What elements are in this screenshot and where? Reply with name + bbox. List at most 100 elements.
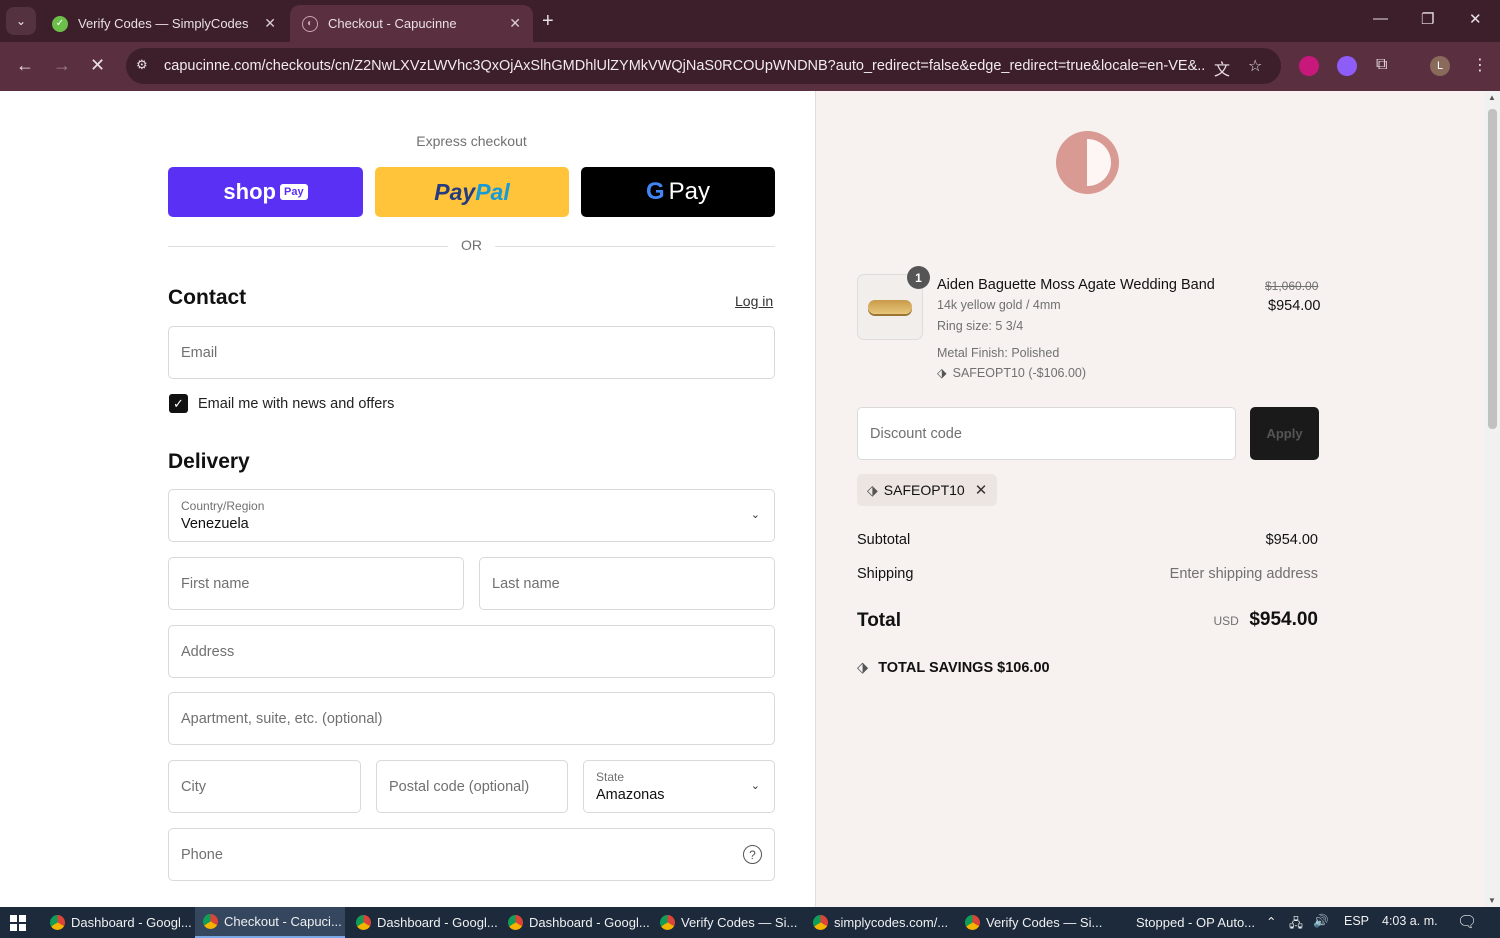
country-label: Country/Region — [181, 499, 265, 513]
chrome-icon — [508, 915, 523, 930]
taskbar-item[interactable]: Dashboard - Googl... — [348, 907, 498, 938]
product-name: Aiden Baguette Moss Agate Wedding Band — [937, 277, 1215, 293]
applied-discount-chip: ⬗ SAFEOPT10 ✕ — [857, 474, 998, 506]
chrome-icon — [813, 915, 828, 930]
taskbar-item[interactable]: Checkout - Capuci... — [195, 907, 345, 938]
divider-line — [495, 246, 775, 247]
chrome-icon — [356, 915, 371, 930]
first-name-field[interactable]: First name — [168, 557, 464, 610]
product-variant: 14k yellow gold / 4mm — [937, 298, 1061, 312]
marketing-checkbox[interactable]: ✓ — [169, 394, 188, 413]
site-info-icon[interactable]: ⚙ — [136, 57, 148, 73]
chrome-icon — [50, 915, 65, 930]
paypal-wordmark-pay: Pay — [434, 178, 476, 205]
discount-code-input[interactable]: Discount code — [857, 407, 1236, 460]
taskbar-item-label: Verify Codes — Si... — [681, 915, 798, 930]
address-field[interactable]: Address — [168, 625, 775, 678]
scroll-up-icon[interactable]: ▲ — [1488, 93, 1496, 102]
shipping-value: Enter shipping address — [1169, 566, 1318, 582]
shop-pay-button[interactable]: shop Pay — [168, 167, 363, 217]
tab-verify-codes[interactable]: ✓ Verify Codes — SimplyCodes ✕ — [40, 5, 288, 42]
final-price: $954.00 — [1268, 298, 1321, 314]
close-tab-icon[interactable]: ✕ — [509, 15, 521, 32]
windows-start-icon[interactable] — [10, 915, 26, 931]
chrome-icon — [203, 914, 218, 929]
google-g-icon: G — [645, 178, 665, 205]
clock[interactable]: 4:03 a. m. — [1382, 914, 1438, 928]
address-bar[interactable]: ⚙ capucinne.com/checkouts/cn/Z2NwLXVzLWV… — [126, 48, 1281, 84]
tab-search-button[interactable]: ⌄ — [6, 7, 36, 35]
close-tab-icon[interactable]: ✕ — [264, 15, 276, 32]
taskbar-item[interactable]: Dashboard - Googl... — [42, 907, 192, 938]
taskbar-item-label: Dashboard - Googl... — [377, 915, 498, 930]
translate-icon[interactable]: 文 — [1214, 56, 1230, 80]
taskbar-item[interactable]: simplycodes.com/... — [805, 907, 955, 938]
taskbar-item[interactable]: Dashboard - Googl... — [500, 907, 650, 938]
extensions-puzzle-icon[interactable]: ⧉ — [1376, 56, 1387, 74]
email-placeholder: Email — [181, 345, 218, 361]
language-indicator[interactable]: ESP — [1344, 914, 1369, 928]
taskbar-item-label: Dashboard - Googl... — [71, 915, 192, 930]
stop-loading-icon[interactable]: ✕ — [90, 55, 105, 76]
page-scrollbar[interactable]: ▲ ▼ — [1485, 91, 1500, 907]
postal-code-placeholder: Postal code (optional) — [389, 779, 530, 795]
capucinne-logo[interactable] — [1056, 131, 1119, 194]
scrollbar-thumb[interactable] — [1488, 109, 1497, 429]
tag-icon: ⬗ — [867, 481, 878, 498]
google-pay-button[interactable]: G Pay — [581, 167, 775, 217]
taskbar-item[interactable]: Stopped - OP Auto... — [1128, 907, 1260, 938]
taskbar-item-label: simplycodes.com/... — [834, 915, 949, 930]
original-price: $1,060.00 — [1265, 279, 1319, 293]
help-circle-icon[interactable]: ? — [743, 845, 762, 864]
state-select[interactable]: State Amazonas ⌄ — [583, 760, 775, 813]
paypal-wordmark-pal: Pal — [475, 178, 510, 205]
tab-checkout[interactable]: ◐ Checkout - Capucinne ✕ — [290, 5, 533, 42]
shop-pay-wordmark: shop — [223, 179, 276, 204]
express-checkout-label: Express checkout — [416, 133, 527, 149]
profile-avatar[interactable]: L — [1430, 56, 1450, 76]
discount-code-placeholder: Discount code — [870, 426, 962, 442]
email-field[interactable]: Email — [168, 326, 775, 379]
savings-value: $106.00 — [997, 660, 1050, 676]
forward-icon[interactable]: → — [53, 55, 71, 76]
volume-icon[interactable]: 🔊 — [1313, 914, 1329, 929]
taskbar-item-label: Dashboard - Googl... — [529, 915, 650, 930]
notifications-icon[interactable]: 🗨 — [1457, 912, 1477, 932]
tab-title: Checkout - Capucinne — [328, 16, 457, 31]
applied-code: SAFEOPT10 — [883, 482, 965, 498]
or-divider: OR — [168, 237, 775, 255]
restore-icon[interactable]: ❐ — [1421, 10, 1434, 28]
or-label: OR — [461, 237, 482, 253]
ring-image — [868, 300, 912, 314]
minimize-icon[interactable]: — — [1373, 10, 1388, 27]
taskbar-item[interactable]: Verify Codes — Si... — [652, 907, 802, 938]
taskbar-item-label: Verify Codes — Si... — [986, 915, 1103, 930]
url-text[interactable]: capucinne.com/checkouts/cn/Z2NwLXVzLWVhc… — [164, 58, 1204, 74]
taskbar-item[interactable]: Verify Codes — Si... — [957, 907, 1107, 938]
state-label: State — [596, 770, 625, 784]
tray-chevron-icon[interactable]: ⌃ — [1266, 914, 1276, 929]
marketing-checkbox-label[interactable]: Email me with news and offers — [198, 396, 394, 412]
shop-pay-pill: Pay — [279, 184, 308, 200]
apartment-field[interactable]: Apartment, suite, etc. (optional) — [168, 692, 775, 745]
country-select[interactable]: Country/Region Venezuela ⌄ — [168, 489, 775, 542]
paypal-button[interactable]: Pay Pal — [375, 167, 569, 217]
extension-icon[interactable] — [1337, 56, 1357, 76]
close-window-icon[interactable]: ✕ — [1469, 10, 1482, 28]
menu-kebab-icon[interactable]: ⋮ — [1472, 55, 1488, 75]
phone-field[interactable]: Phone ? — [168, 828, 775, 881]
extension-shield-icon[interactable] — [1299, 56, 1319, 76]
last-name-field[interactable]: Last name — [479, 557, 775, 610]
back-icon[interactable]: ← — [16, 55, 34, 76]
remove-discount-icon[interactable]: ✕ — [975, 481, 988, 499]
capucinne-favicon-icon: ◐ — [302, 15, 318, 32]
city-field[interactable]: City — [168, 760, 361, 813]
scroll-down-icon[interactable]: ▼ — [1488, 896, 1496, 905]
network-icon[interactable]: 🖧 — [1289, 914, 1303, 935]
postal-code-field[interactable]: Postal code (optional) — [376, 760, 568, 813]
bookmark-star-icon[interactable]: ☆ — [1248, 56, 1262, 76]
new-tab-icon[interactable]: + — [542, 10, 554, 33]
savings-label: TOTAL SAVINGS — [878, 660, 994, 676]
login-link[interactable]: Log in — [735, 293, 773, 309]
apply-discount-button[interactable]: Apply — [1250, 407, 1319, 460]
